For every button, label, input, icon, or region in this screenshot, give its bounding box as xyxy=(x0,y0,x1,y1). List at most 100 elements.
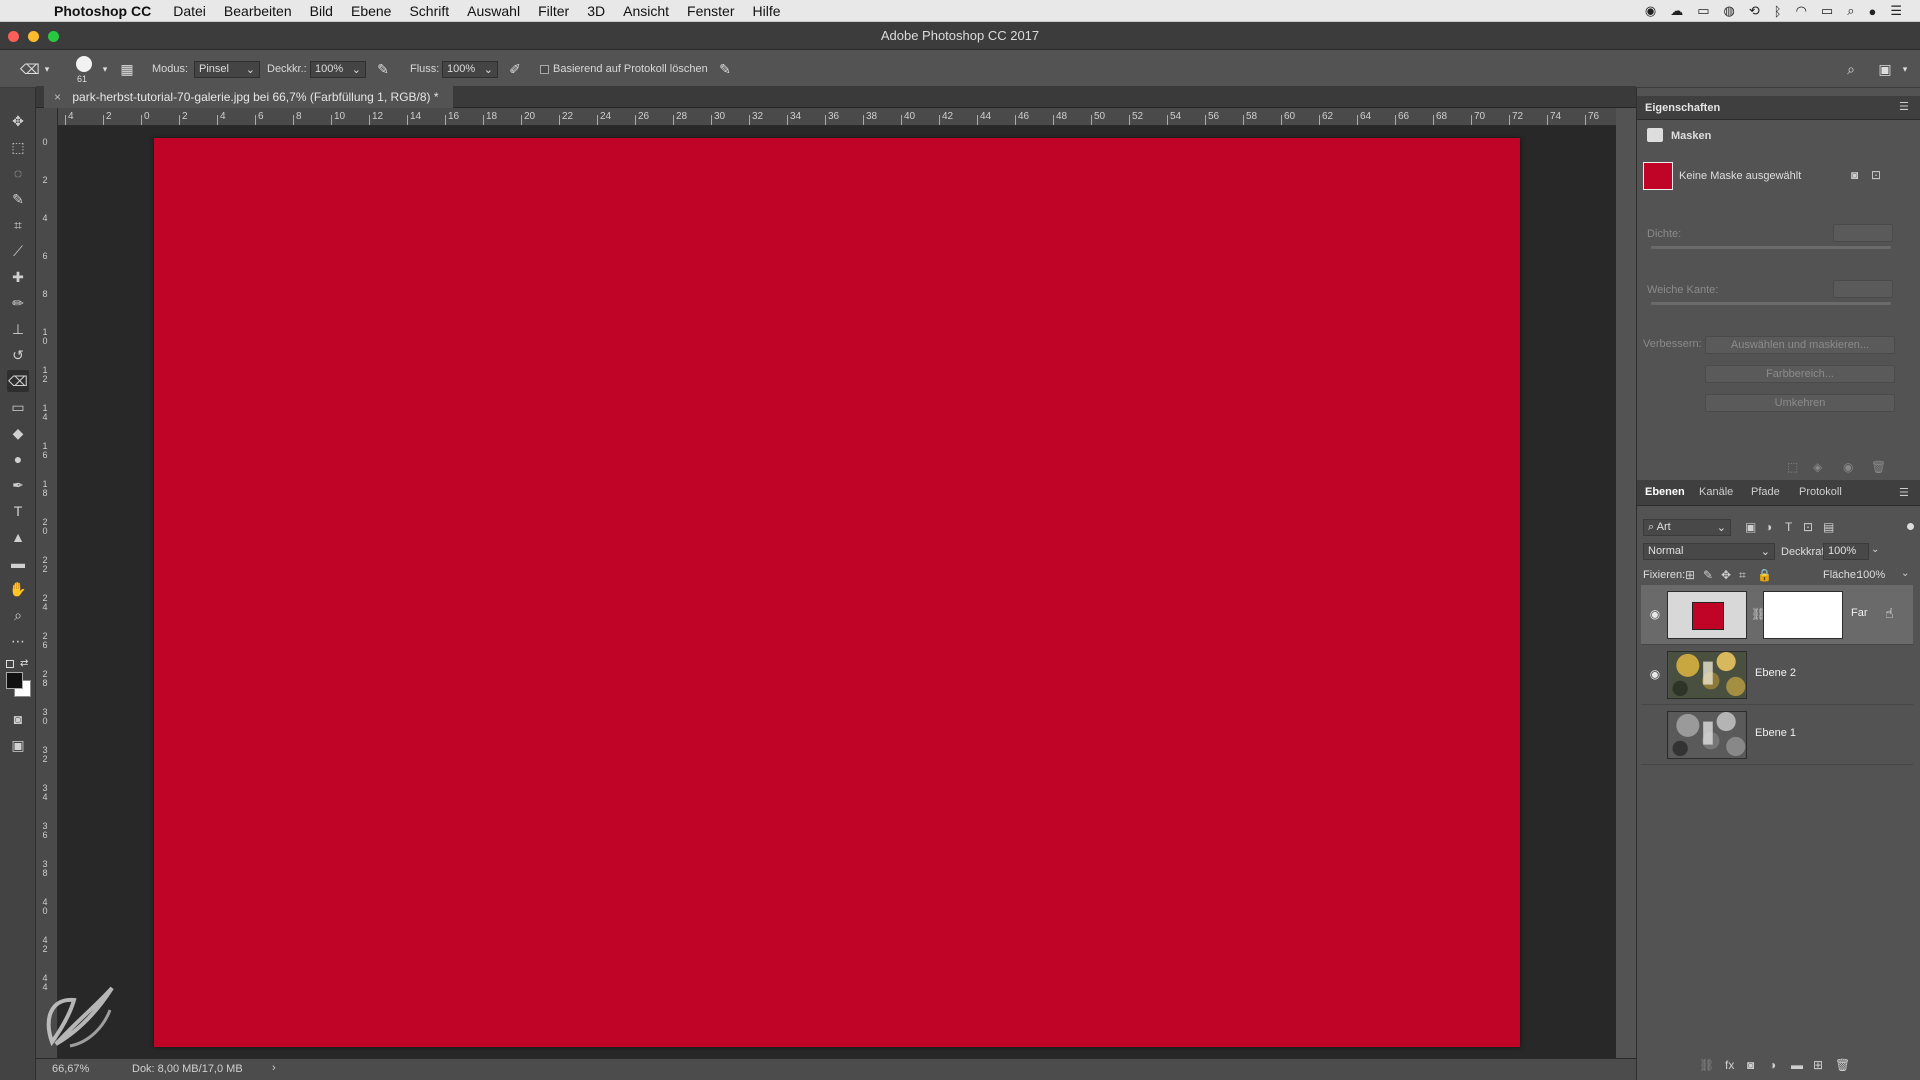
visibility-eye-icon[interactable]: ◉ xyxy=(1647,607,1663,621)
stamp-tool-icon[interactable]: ⊥ xyxy=(7,318,29,340)
brush-panel-icon[interactable]: ▦ xyxy=(118,60,136,78)
link-layers-icon[interactable]: ⛓ xyxy=(1699,1058,1714,1072)
tab-kanaele[interactable]: Kanäle xyxy=(1699,486,1733,498)
tool-preset-dropdown[interactable]: ▾ xyxy=(38,60,56,78)
layer-style-fx-icon[interactable]: fx xyxy=(1725,1058,1734,1072)
load-selection-icon[interactable]: ⬚ xyxy=(1787,460,1798,474)
filter-type-icon[interactable]: T xyxy=(1785,520,1792,534)
menu-filter[interactable]: Filter xyxy=(538,3,569,19)
close-tab-icon[interactable]: × xyxy=(54,90,61,104)
menu-ansicht[interactable]: Ansicht xyxy=(623,3,669,19)
modus-select[interactable]: Pinsel ⌄ xyxy=(194,61,260,78)
foreground-color-swatch[interactable] xyxy=(6,672,23,689)
zoom-level[interactable]: 66,67% xyxy=(52,1063,89,1075)
lock-transparent-icon[interactable]: ⊞ xyxy=(1685,568,1695,582)
tab-protokoll[interactable]: Protokoll xyxy=(1799,486,1842,498)
brush-preview-icon[interactable] xyxy=(76,56,92,72)
workspace-dropdown-icon[interactable]: ▾ xyxy=(1896,60,1914,78)
lock-all-icon[interactable]: 🔒 xyxy=(1757,568,1772,582)
protokoll-checkbox[interactable] xyxy=(540,65,549,74)
dichte-field[interactable] xyxy=(1833,224,1893,242)
select-and-mask-button[interactable]: Auswählen und maskieren... xyxy=(1705,336,1895,354)
brush-picker-dropdown[interactable]: ▾ xyxy=(96,60,114,78)
layer-row[interactable]: ◉ ⛓ Far ☝ xyxy=(1641,585,1913,645)
history-brush-tool-icon[interactable]: ↺ xyxy=(7,344,29,366)
hand-tool-icon[interactable]: ✋ xyxy=(7,578,29,600)
app-status-icon[interactable]: ◍ xyxy=(1724,3,1735,19)
swap-colors-icon[interactable]: ⇄ xyxy=(20,658,28,669)
quick-selection-tool-icon[interactable]: ✎ xyxy=(7,188,29,210)
record-icon[interactable]: ◉ xyxy=(1645,3,1656,19)
opacity-field[interactable]: 100% xyxy=(1823,543,1869,560)
airbrush-icon[interactable]: ✐ xyxy=(506,60,524,78)
move-tool-icon[interactable]: ✥ xyxy=(7,110,29,132)
eraser-tool-icon[interactable]: ⌫ xyxy=(7,370,29,392)
document-tab[interactable]: × park-herbst-tutorial-70-galerie.jpg be… xyxy=(44,86,453,108)
battery-icon[interactable]: ▭ xyxy=(1697,3,1709,19)
menu-3d[interactable]: 3D xyxy=(587,3,605,19)
tab-pfade[interactable]: Pfade xyxy=(1751,486,1780,498)
layer-name[interactable]: Ebene 2 xyxy=(1755,667,1796,679)
document-canvas[interactable] xyxy=(154,138,1520,1047)
pen-tool-icon[interactable]: ✒ xyxy=(7,474,29,496)
lock-position-icon[interactable]: ✥ xyxy=(1721,568,1731,582)
menu-app-name[interactable]: Photoshop CC xyxy=(54,3,151,19)
layer-name[interactable]: Far xyxy=(1851,607,1868,619)
bluetooth-icon[interactable]: ᛒ xyxy=(1774,4,1782,19)
filter-smart-object-icon[interactable]: ▤ xyxy=(1823,520,1834,534)
filter-shape-icon[interactable]: ⊡ xyxy=(1803,520,1813,534)
lock-artboard-icon[interactable]: ⌗ xyxy=(1739,568,1746,583)
layer-row[interactable]: ◉ Ebene 2 xyxy=(1641,645,1913,705)
opacity-dropdown-icon[interactable]: ⌄ xyxy=(1871,544,1879,555)
blur-tool-icon[interactable]: ◆ xyxy=(7,422,29,444)
menu-datei[interactable]: Datei xyxy=(173,3,206,19)
color-range-button[interactable]: Farbbereich... xyxy=(1705,365,1895,383)
lasso-tool-icon[interactable]: ◌ xyxy=(7,162,29,184)
cloud-icon[interactable]: ☁ xyxy=(1670,3,1683,19)
apply-mask-icon[interactable]: ◈ xyxy=(1813,460,1822,474)
properties-menu-icon[interactable]: ☰ xyxy=(1899,100,1909,113)
pressure-size-icon[interactable]: ✎ xyxy=(716,60,734,78)
status-expand-icon[interactable]: › xyxy=(272,1062,276,1074)
marquee-tool-icon[interactable]: ⬚ xyxy=(7,136,29,158)
lock-pixels-icon[interactable]: ✎ xyxy=(1703,568,1713,582)
blend-mode-select[interactable]: Normal ⌄ xyxy=(1643,543,1775,560)
menu-fenster[interactable]: Fenster xyxy=(687,3,734,19)
vector-mask-icon[interactable]: ⊡ xyxy=(1871,168,1881,182)
mask-visibility-icon[interactable]: ◉ xyxy=(1843,460,1853,474)
more-tools-icon[interactable]: ⋯ xyxy=(7,630,29,652)
siri-icon[interactable]: ● xyxy=(1868,4,1876,19)
crop-tool-icon[interactable]: ⌗ xyxy=(7,214,29,236)
path-selection-tool-icon[interactable]: ▲ xyxy=(7,526,29,548)
screen-mode-icon[interactable]: ▣ xyxy=(7,734,29,756)
adjustment-layer-icon[interactable]: ◑ xyxy=(1769,1058,1776,1072)
quick-mask-icon[interactable]: ◙ xyxy=(7,708,29,730)
menu-schrift[interactable]: Schrift xyxy=(409,3,449,19)
menu-hilfe[interactable]: Hilfe xyxy=(753,3,781,19)
tab-ebenen[interactable]: Ebenen xyxy=(1645,486,1685,498)
visibility-toggle-empty[interactable] xyxy=(1647,727,1663,741)
type-tool-icon[interactable]: T xyxy=(7,500,29,522)
workspace-icon[interactable]: ▣ xyxy=(1876,60,1894,78)
visibility-eye-icon[interactable]: ◉ xyxy=(1647,667,1663,681)
wifi-icon[interactable]: ◠ xyxy=(1796,3,1807,19)
dichte-slider[interactable] xyxy=(1651,246,1891,249)
time-machine-icon[interactable]: ⟲ xyxy=(1749,3,1760,19)
layer-name[interactable]: Ebene 1 xyxy=(1755,727,1796,739)
filter-toggle-icon[interactable] xyxy=(1907,523,1914,530)
menu-bild[interactable]: Bild xyxy=(310,3,333,19)
dodge-tool-icon[interactable]: ● xyxy=(7,448,29,470)
healing-brush-tool-icon[interactable]: ✚ xyxy=(7,266,29,288)
pressure-opacity-icon[interactable]: ✎ xyxy=(374,60,392,78)
default-colors-icon[interactable] xyxy=(6,660,14,668)
eyedropper-tool-icon[interactable]: ⟋ xyxy=(7,240,29,262)
deckkr-field[interactable]: 100% ⌄ xyxy=(310,61,366,78)
rectangle-tool-icon[interactable]: ▬ xyxy=(7,552,29,574)
brush-tool-icon[interactable]: ✏ xyxy=(7,292,29,314)
delete-layer-icon[interactable]: 🗑 xyxy=(1835,1058,1850,1072)
pixel-mask-icon[interactable]: ◙ xyxy=(1851,168,1858,182)
spotlight-icon[interactable]: ⌕ xyxy=(1847,3,1854,19)
notification-center-icon[interactable]: ☰ xyxy=(1890,3,1902,19)
new-layer-icon[interactable]: ⊞ xyxy=(1813,1058,1823,1072)
menu-bearbeiten[interactable]: Bearbeiten xyxy=(224,3,292,19)
